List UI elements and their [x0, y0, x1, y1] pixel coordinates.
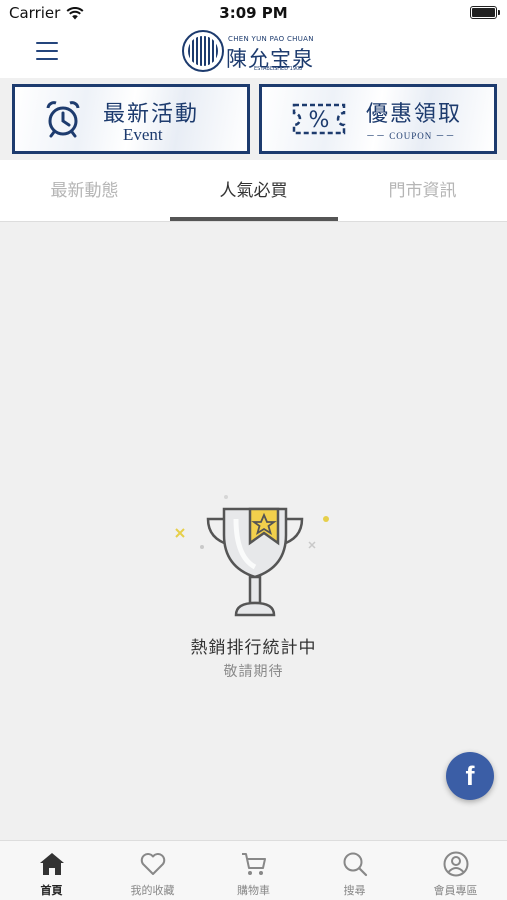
trophy-icon: [175, 495, 329, 617]
svg-text:%: %: [309, 108, 330, 133]
tabbar-item-cart[interactable]: 購物車: [203, 841, 304, 900]
user-icon: [443, 851, 469, 877]
search-icon: [343, 852, 368, 877]
facebook-icon: f: [465, 761, 475, 791]
coupon-banner-subtitle: －－ COUPON －－: [366, 131, 456, 141]
empty-state-title: 熱銷排行統計中: [190, 638, 317, 658]
tabs-divider: [0, 221, 507, 222]
tabbar-item-favorites[interactable]: 我的收藏: [102, 841, 203, 900]
tabbar-label-favorites: 我的收藏: [130, 884, 175, 897]
home-icon: [40, 853, 64, 875]
empty-state: 熱銷排行統計中 敬請期待: [0, 495, 507, 695]
tab-popular-items[interactable]: 人氣必買: [169, 160, 338, 222]
coupon-banner-title: 優惠領取: [366, 102, 463, 127]
hamburger-menu-icon[interactable]: [36, 42, 58, 62]
tabbar-label-search: 搜尋: [343, 884, 366, 897]
event-banner-button[interactable]: 最新活動 Event: [12, 84, 250, 154]
alarm-clock-icon: [46, 101, 80, 138]
brand-logo[interactable]: CHEN YUN PAO CHUAN 陳允宝泉 ESTABLISHED 1908: [182, 29, 322, 75]
cart-icon: [242, 853, 266, 875]
coupon-banner-button[interactable]: % 優惠領取 －－ COUPON －－: [259, 84, 497, 154]
content-tabs: 最新動態 人氣必買 門市資訊: [0, 160, 507, 222]
event-banner-title: 最新活動: [103, 102, 200, 127]
status-time: 3:09 PM: [219, 4, 288, 22]
event-banner-subtitle: Event: [123, 125, 163, 144]
tabbar-item-member[interactable]: 會員專區: [405, 841, 506, 900]
tabbar-label-home: 首頁: [40, 884, 63, 897]
heart-icon: [140, 853, 166, 875]
tabbar-item-search[interactable]: 搜尋: [304, 841, 405, 900]
tab-store-info[interactable]: 門市資訊: [338, 160, 507, 222]
tab-latest-news[interactable]: 最新動態: [0, 160, 169, 222]
status-bar: Carrier 3:09 PM: [0, 0, 507, 26]
facebook-button[interactable]: f: [446, 752, 494, 800]
percent-ticket-icon: %: [292, 103, 346, 135]
app-header: CHEN YUN PAO CHUAN 陳允宝泉 ESTABLISHED 1908: [0, 26, 507, 78]
empty-state-subtitle: 敬請期待: [223, 664, 284, 680]
logo-english-name: CHEN YUN PAO CHUAN: [228, 35, 314, 43]
tabbar-label-cart: 購物車: [237, 884, 270, 897]
battery-icon: [470, 6, 500, 19]
logo-established: ESTABLISHED 1908: [254, 66, 303, 72]
tabbar-item-home[interactable]: 首頁: [1, 841, 102, 900]
logo-seal-icon: [182, 30, 224, 72]
bottom-tab-bar: 首頁 我的收藏 購物車 搜尋 會員專區: [0, 840, 507, 900]
tabbar-label-member: 會員專區: [433, 884, 478, 897]
